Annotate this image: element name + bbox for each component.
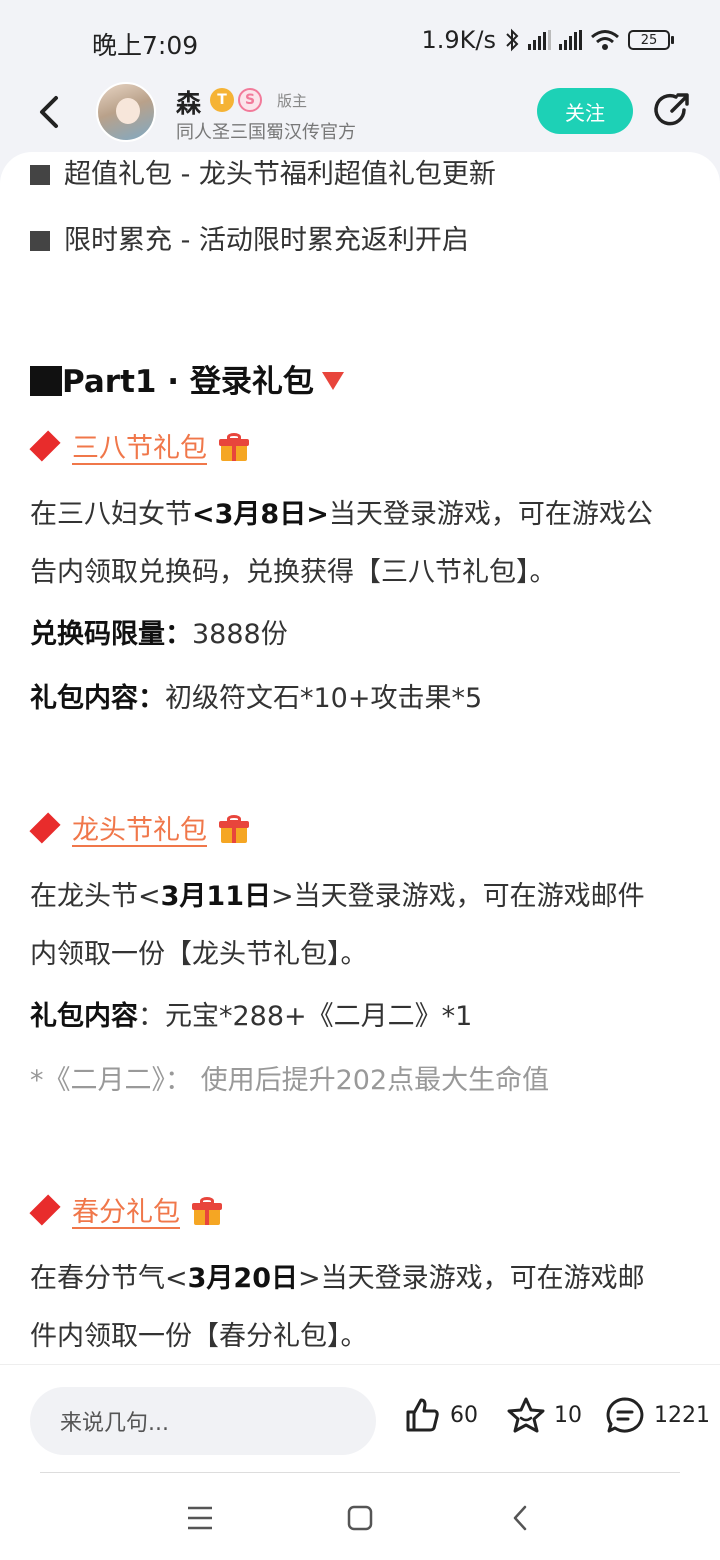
red-diamond-icon <box>29 812 61 844</box>
contents-row: 礼包内容：元宝*288+《二月二》*1 <box>30 994 472 1033</box>
red-diamond-icon <box>29 1194 61 1226</box>
date-text: <3月8日> <box>192 499 329 530</box>
battery-icon: 25 <box>628 30 674 50</box>
limit-row: 兑换码限量：3888份 <box>30 612 288 651</box>
like-button[interactable]: 60 <box>402 1395 478 1435</box>
comment-bubble-icon <box>606 1397 644 1433</box>
red-triangle-icon <box>321 372 344 390</box>
gift-title-row: 三八节礼包 <box>29 426 249 465</box>
comment-button[interactable]: 1221 <box>604 1395 710 1435</box>
post-header: 森 T S 版主 同人圣三国蜀汉传官方 关注 <box>0 80 720 160</box>
limit-label: 兑换码限量： <box>30 619 192 650</box>
favorite-count: 10 <box>554 1402 582 1428</box>
paragraph-line: 在三八妇女节<3月8日>当天登录游戏，可在游戏公 <box>30 492 653 531</box>
gift-link[interactable]: 春分礼包 <box>72 1197 180 1228</box>
post-content: 超值礼包 - 龙头节福利超值礼包更新 限时累充 - 活动限时累充返利开启 Par… <box>0 152 720 1364</box>
back-arrow-icon[interactable] <box>30 92 70 132</box>
bluetooth-icon <box>506 28 519 52</box>
gift-link[interactable]: 三八节礼包 <box>72 433 207 464</box>
gift-icon <box>192 1197 222 1225</box>
contents-value: ：元宝*288+《二月二》*1 <box>138 1001 473 1032</box>
share-icon[interactable] <box>652 90 692 130</box>
battery-level: 25 <box>628 30 670 50</box>
section-heading: Part1 · 登录礼包 <box>30 356 344 401</box>
follow-button[interactable]: 关注 <box>537 88 633 134</box>
signal-icon-2 <box>559 30 582 50</box>
author-subtitle: 同人圣三国蜀汉传官方 <box>176 122 356 143</box>
comment-count: 1221 <box>654 1402 710 1428</box>
text: 当天登录游戏，可在游戏公 <box>328 499 653 530</box>
divider <box>40 1472 680 1473</box>
section-heading-text: Part1 · 登录礼包 <box>62 364 314 400</box>
limit-value: 3888份 <box>192 619 288 650</box>
text: >当天登录游戏，可在游戏邮件 <box>271 881 645 912</box>
avatar[interactable] <box>96 82 156 142</box>
network-speed: 1.9K/s <box>421 26 497 54</box>
date-text: 3月11日 <box>160 881 271 912</box>
contents-label: 礼包内容： <box>30 683 165 714</box>
gift-title-row: 春分礼包 <box>29 1190 222 1229</box>
status-icons: 1.9K/s 25 <box>421 26 674 54</box>
text: 在龙头节< <box>30 881 161 912</box>
list-item-text: 超值礼包 - 龙头节福利超值礼包更新 <box>64 159 496 190</box>
author-name[interactable]: 森 <box>176 84 201 120</box>
paragraph-line: 告内领取兑换码，兑换获得【三八节礼包】。 <box>30 557 557 588</box>
gift-icon <box>219 433 249 461</box>
contents-row: 礼包内容：初级符文石*10+攻击果*5 <box>30 676 482 715</box>
favorite-button[interactable]: 10 <box>506 1395 582 1435</box>
block-icon <box>30 366 62 396</box>
list-item-text: 限时累充 - 活动限时累充返利开启 <box>64 225 469 256</box>
gift-icon <box>219 815 249 843</box>
text: 在三八妇女节 <box>30 499 192 530</box>
list-item: 超值礼包 - 龙头节福利超值礼包更新 <box>30 152 496 191</box>
system-nav-bar <box>0 1474 720 1560</box>
comment-input[interactable]: 来说几句... <box>30 1387 376 1455</box>
text: >当天登录游戏，可在游戏邮 <box>298 1263 645 1294</box>
text: 在春分节气< <box>30 1263 188 1294</box>
s-badge-icon: S <box>238 88 262 112</box>
square-bullet-icon <box>30 165 50 185</box>
date-text: 3月20日 <box>187 1263 298 1294</box>
paragraph-line: 件内领取一份【春分礼包】。 <box>30 1321 368 1352</box>
moderator-tag: 版主 <box>277 92 308 110</box>
star-icon <box>507 1397 545 1433</box>
signal-icon <box>528 30 551 50</box>
paragraph-line: 在春分节气<3月20日>当天登录游戏，可在游戏邮 <box>30 1256 645 1295</box>
paragraph-line: 在龙头节<3月11日>当天登录游戏，可在游戏邮件 <box>30 874 645 913</box>
footnote: *《二月二》： 使用后提升202点最大生命值 <box>30 1065 550 1096</box>
status-time: 晚上7:09 <box>92 31 199 60</box>
nav-back-icon[interactable] <box>500 1498 540 1538</box>
gift-link[interactable]: 龙头节礼包 <box>72 815 207 846</box>
bottom-action-bar: 来说几句... 60 10 1221 <box>0 1364 720 1474</box>
list-item: 限时累充 - 活动限时累充返利开启 <box>30 218 469 257</box>
red-diamond-icon <box>29 430 61 462</box>
paragraph-line: 内领取一份【龙头节礼包】。 <box>30 939 368 970</box>
like-count: 60 <box>450 1402 478 1428</box>
wifi-icon <box>591 30 619 50</box>
contents-label: 礼包内容 <box>30 1001 138 1032</box>
level-badge-icon: T <box>210 88 234 112</box>
menu-icon[interactable] <box>180 1498 220 1538</box>
home-icon[interactable] <box>340 1498 380 1538</box>
gift-title-row: 龙头节礼包 <box>29 808 249 847</box>
status-bar: 晚上7:09 1.9K/s 25 <box>0 0 720 80</box>
thumbs-up-icon <box>406 1398 439 1432</box>
contents-value: 初级符文石*10+攻击果*5 <box>165 683 483 714</box>
square-bullet-icon <box>30 231 50 251</box>
